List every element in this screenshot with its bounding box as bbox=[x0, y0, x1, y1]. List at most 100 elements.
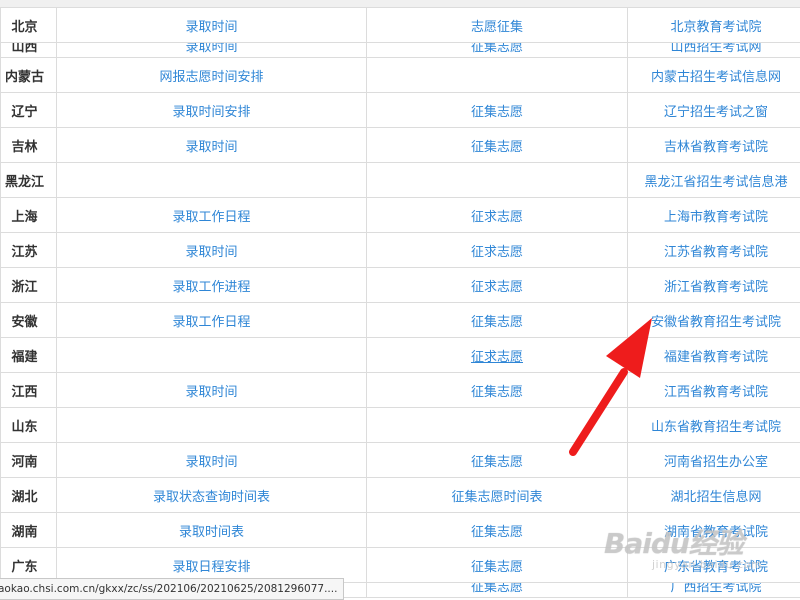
collect-volunteer-link-text: 征集志愿 bbox=[470, 454, 523, 470]
province-cell-text: 广东 bbox=[11, 559, 38, 575]
admission-time-link[interactable]: 录取时间表 bbox=[56, 512, 367, 548]
admission-time-link-text: 录取日程安排 bbox=[172, 559, 251, 575]
exam-authority-link[interactable]: 上海市教育考试院 bbox=[627, 197, 800, 233]
table-row: 黑龙江 黑龙江省招生考试信息港 bbox=[0, 162, 800, 198]
page-viewport: 北京 录取时间 志愿征集 北京教育考试院 山西 录取时间 征集志愿 山西招生考试网 内蒙古 网报志… bbox=[0, 0, 800, 600]
admission-time-link[interactable]: 录取时间 bbox=[56, 127, 367, 163]
admission-time-link-text: 录取时间 bbox=[185, 244, 238, 260]
exam-authority-link[interactable]: 安徽省教育招生考试院 bbox=[627, 302, 800, 338]
admission-time-link[interactable]: 录取时间 bbox=[56, 7, 367, 43]
collect-volunteer-link-text: 征集志愿 bbox=[470, 583, 523, 595]
collect-volunteer-link[interactable]: 志愿征集 bbox=[366, 7, 628, 43]
admission-time-link[interactable]: 网报志愿时间安排 bbox=[56, 57, 367, 93]
collect-volunteer-link bbox=[366, 162, 628, 198]
collect-volunteer-link[interactable]: 征集志愿 bbox=[366, 582, 628, 598]
collect-volunteer-link-text: 征集志愿 bbox=[470, 559, 523, 575]
admission-time-link[interactable]: 录取时间 bbox=[56, 372, 367, 408]
admission-time-link-text: 录取工作进程 bbox=[172, 279, 251, 295]
collect-volunteer-link-text: 征求志愿 bbox=[470, 349, 523, 365]
collect-volunteer-link-text: 征集志愿 bbox=[470, 104, 523, 120]
exam-authority-link[interactable]: 山东省教育招生考试院 bbox=[627, 407, 800, 443]
exam-authority-link-text: 浙江省教育考试院 bbox=[663, 279, 768, 295]
collect-volunteer-link-text: 征集志愿 bbox=[470, 384, 523, 400]
exam-authority-link-text: 山西招生考试网 bbox=[670, 43, 762, 55]
admission-time-link-text: 录取时间 bbox=[185, 454, 238, 470]
admission-time-link[interactable]: 录取状态查询时间表 bbox=[56, 477, 367, 513]
province-cell: 上海 bbox=[0, 197, 57, 233]
collect-volunteer-link-text: 志愿征集 bbox=[470, 19, 523, 35]
table-row: 辽宁 录取时间安排 征集志愿 辽宁招生考试之窗 bbox=[0, 92, 800, 128]
collect-volunteer-link[interactable]: 征求志愿 bbox=[366, 337, 628, 373]
admission-time-link[interactable]: 录取时间 bbox=[56, 42, 367, 58]
admission-time-link-text: 录取时间 bbox=[185, 139, 238, 155]
collect-volunteer-link[interactable]: 征集志愿 bbox=[366, 372, 628, 408]
exam-authority-link[interactable]: 黑龙江省招生考试信息港 bbox=[627, 162, 800, 198]
exam-authority-link[interactable]: 福建省教育考试院 bbox=[627, 337, 800, 373]
table-row: 山西 录取时间 征集志愿 山西招生考试网 bbox=[0, 42, 800, 58]
exam-authority-link[interactable]: 北京教育考试院 bbox=[627, 7, 800, 43]
collect-volunteer-link[interactable]: 征集志愿 bbox=[366, 42, 628, 58]
province-cell: 黑龙江 bbox=[0, 162, 57, 198]
exam-authority-link[interactable]: 内蒙古招生考试信息网 bbox=[627, 57, 800, 93]
province-cell-text: 湖南 bbox=[11, 524, 38, 540]
table-row: 河南 录取时间 征集志愿 河南省招生办公室 bbox=[0, 442, 800, 478]
province-cell-text: 江苏 bbox=[11, 244, 38, 260]
collect-volunteer-link[interactable]: 征求志愿 bbox=[366, 197, 628, 233]
province-cell: 江西 bbox=[0, 372, 57, 408]
table-body: 北京 录取时间 志愿征集 北京教育考试院 山西 录取时间 征集志愿 山西招生考试网 内蒙古 网报志… bbox=[0, 7, 800, 598]
exam-authority-link[interactable]: 湖北招生信息网 bbox=[627, 477, 800, 513]
collect-volunteer-link[interactable]: 征集志愿 bbox=[366, 547, 628, 583]
exam-authority-link[interactable]: 浙江省教育考试院 bbox=[627, 267, 800, 303]
admission-time-link[interactable]: 录取工作进程 bbox=[56, 267, 367, 303]
exam-authority-link-text: 山东省教育招生考试院 bbox=[650, 419, 781, 435]
admission-time-link-text: 录取状态查询时间表 bbox=[152, 489, 270, 505]
admission-time-link[interactable]: 录取时间 bbox=[56, 232, 367, 268]
exam-authority-link[interactable]: 吉林省教育考试院 bbox=[627, 127, 800, 163]
province-cell: 湖南 bbox=[0, 512, 57, 548]
collect-volunteer-link-text: 征集志愿 bbox=[470, 524, 523, 540]
exam-authority-link[interactable]: 广东省教育考试院 bbox=[627, 547, 800, 583]
collect-volunteer-link[interactable]: 征求志愿 bbox=[366, 267, 628, 303]
admission-time-link[interactable]: 录取工作日程 bbox=[56, 302, 367, 338]
exam-authority-link[interactable]: 辽宁招生考试之窗 bbox=[627, 92, 800, 128]
exam-authority-link-text: 安徽省教育招生考试院 bbox=[650, 314, 781, 330]
collect-volunteer-link[interactable]: 征集志愿 bbox=[366, 92, 628, 128]
admission-time-link[interactable]: 录取时间 bbox=[56, 442, 367, 478]
province-cell-text: 上海 bbox=[11, 209, 38, 225]
admission-schedule-table: 北京 录取时间 志愿征集 北京教育考试院 山西 录取时间 征集志愿 山西招生考试网 内蒙古 网报志… bbox=[0, 7, 800, 598]
exam-authority-link-text: 湖北招生信息网 bbox=[670, 489, 762, 505]
admission-time-link-text: 录取时间表 bbox=[178, 524, 244, 540]
province-cell: 吉林 bbox=[0, 127, 57, 163]
exam-authority-link-text: 上海市教育考试院 bbox=[663, 209, 768, 225]
collect-volunteer-link[interactable]: 征集志愿时间表 bbox=[366, 477, 628, 513]
collect-volunteer-link[interactable]: 征集志愿 bbox=[366, 442, 628, 478]
table-row: 江西 录取时间 征集志愿 江西省教育考试院 bbox=[0, 372, 800, 408]
exam-authority-link[interactable]: 江苏省教育考试院 bbox=[627, 232, 800, 268]
province-cell-text: 河南 bbox=[11, 454, 38, 470]
admission-time-link[interactable]: 录取时间安排 bbox=[56, 92, 367, 128]
table-row: 安徽 录取工作日程 征集志愿 安徽省教育招生考试院 bbox=[0, 302, 800, 338]
province-cell-text: 安徽 bbox=[11, 314, 38, 330]
exam-authority-link[interactable]: 湖南省教育考试院 bbox=[627, 512, 800, 548]
admission-time-link-text: 录取工作日程 bbox=[172, 209, 251, 225]
admission-time-link-text: 网报志愿时间安排 bbox=[159, 69, 264, 85]
collect-volunteer-link[interactable]: 征集志愿 bbox=[366, 127, 628, 163]
province-cell-text: 湖北 bbox=[11, 489, 38, 505]
collect-volunteer-link[interactable]: 征集志愿 bbox=[366, 302, 628, 338]
admission-time-link[interactable]: 录取工作日程 bbox=[56, 197, 367, 233]
exam-authority-link-text: 江西省教育考试院 bbox=[663, 384, 768, 400]
table-row: 上海 录取工作日程 征求志愿 上海市教育考试院 bbox=[0, 197, 800, 233]
exam-authority-link-text: 辽宁招生考试之窗 bbox=[663, 104, 768, 120]
collect-volunteer-link bbox=[366, 57, 628, 93]
province-cell-text: 山西 bbox=[11, 43, 38, 55]
exam-authority-link[interactable]: 江西省教育考试院 bbox=[627, 372, 800, 408]
collect-volunteer-link[interactable]: 征求志愿 bbox=[366, 232, 628, 268]
admission-time-link bbox=[56, 162, 367, 198]
exam-authority-link[interactable]: 山西招生考试网 bbox=[627, 42, 800, 58]
collect-volunteer-link[interactable]: 征集志愿 bbox=[366, 512, 628, 548]
exam-authority-link-text: 广东省教育考试院 bbox=[663, 559, 768, 575]
collect-volunteer-link-text: 征集志愿 bbox=[470, 139, 523, 155]
exam-authority-link[interactable]: 河南省招生办公室 bbox=[627, 442, 800, 478]
exam-authority-link[interactable]: 广西招生考试院 bbox=[627, 582, 800, 598]
exam-authority-link-text: 福建省教育考试院 bbox=[663, 349, 768, 365]
